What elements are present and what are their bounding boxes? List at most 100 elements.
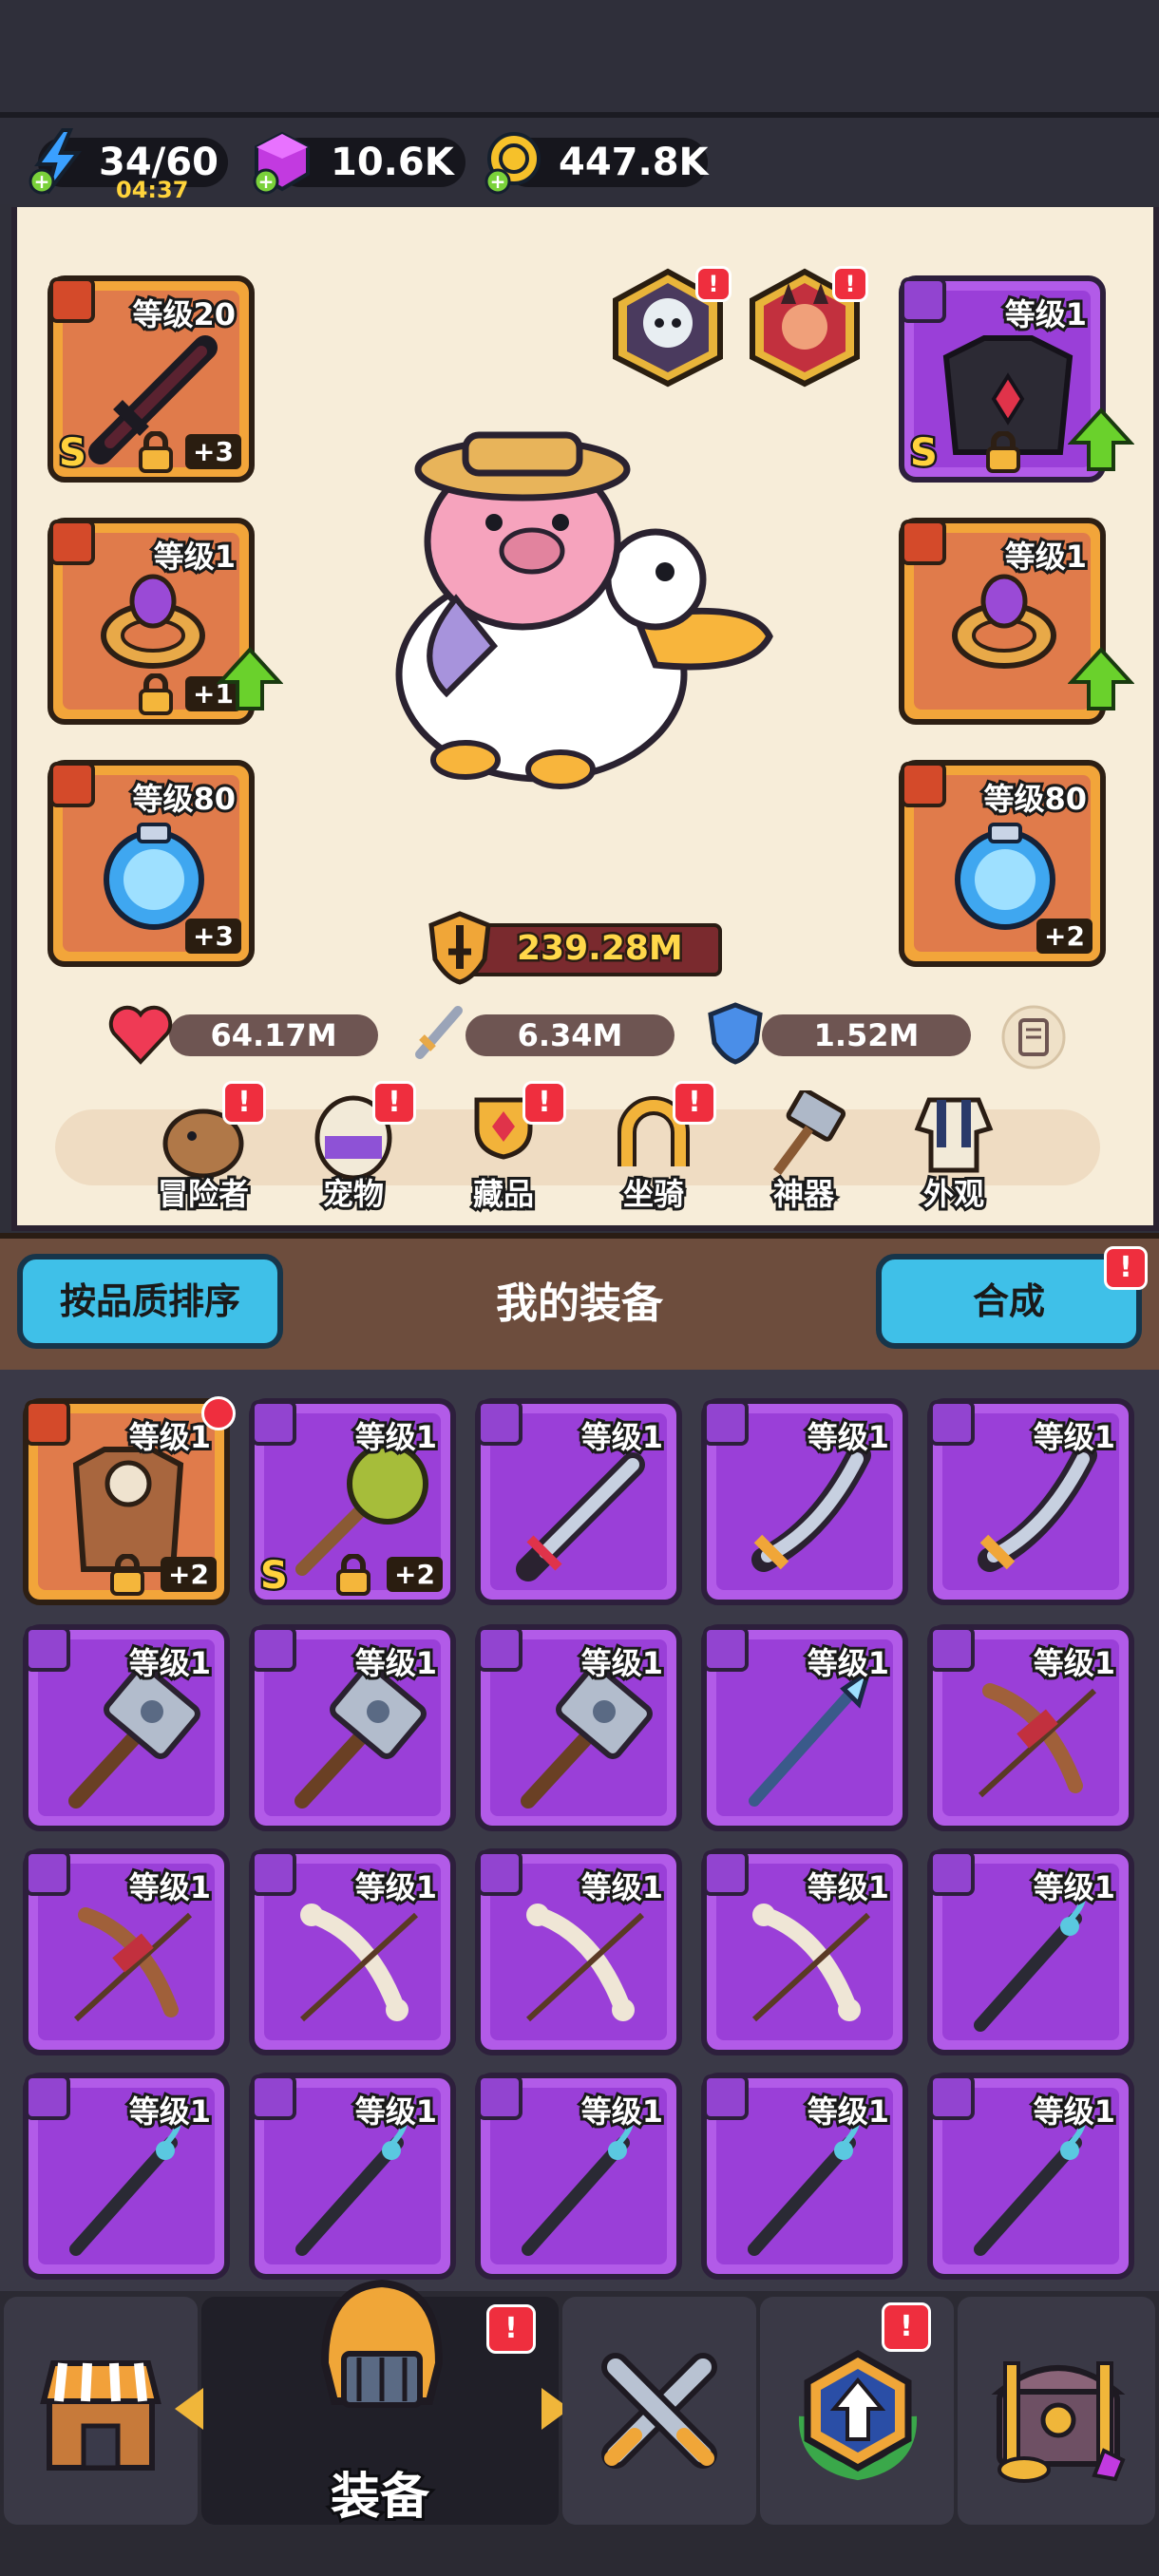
sword-type-icon <box>477 1626 522 1672</box>
shop-icon <box>40 2360 162 2471</box>
sort-by-quality-button[interactable]: 按品质排序 <box>17 1254 283 1349</box>
tab-label: 外观 <box>921 1173 987 1215</box>
item-level: 等级1 <box>126 1866 214 1908</box>
armor-type-icon <box>901 277 946 323</box>
svg-text:+: + <box>34 170 50 193</box>
item-level: 等级1 <box>1031 1416 1118 1458</box>
slot-plus: +3 <box>185 434 241 469</box>
shield-stat-icon <box>708 1002 763 1065</box>
slot-plus: +2 <box>1036 919 1092 954</box>
defense-stat: 1.52M <box>762 1014 971 1056</box>
nav-left-arrow-icon[interactable] <box>175 2388 203 2430</box>
alert-badge: ! <box>222 1081 266 1125</box>
item-level: 等级1 <box>805 1866 892 1908</box>
tab-adventurer[interactable]: 冒险者 ! <box>146 1081 266 1215</box>
inventory-item[interactable]: 等级1 <box>701 1848 908 2055</box>
hero-pig-on-pelican[interactable] <box>352 408 788 807</box>
rarity-s-badge: S <box>258 1552 291 1601</box>
item-level: 等级1 <box>579 1416 666 1458</box>
inventory-item[interactable]: 等级1 <box>927 1398 1134 1605</box>
inventory-item[interactable]: 等级1 <box>475 1848 682 2055</box>
hp-stat: 64.17M <box>169 1014 378 1056</box>
slot-plus: +3 <box>185 919 241 954</box>
hp-value: 64.17M <box>210 1017 337 1053</box>
sword-type-icon <box>703 1850 749 1896</box>
ring-icon <box>101 574 205 669</box>
necklace-type-icon <box>49 762 95 807</box>
nav-shop[interactable] <box>4 2297 198 2525</box>
item-plus: +2 <box>161 1557 217 1592</box>
defense-value: 1.52M <box>813 1017 920 1053</box>
inventory-item[interactable]: 等级1 <box>249 1624 456 1831</box>
tab-artifact[interactable]: 神器 <box>747 1090 861 1215</box>
gems-value: 10.6K <box>331 141 454 184</box>
item-level: 等级1 <box>1031 1866 1118 1908</box>
slot-level: 等级1 <box>151 536 238 578</box>
gold-coin-icon: + <box>484 132 541 195</box>
item-level: 等级1 <box>1031 1642 1118 1684</box>
inventory-item[interactable]: 等级1 <box>23 1848 230 2055</box>
item-level: 等级1 <box>1031 2091 1118 2132</box>
slot-level: 等级1 <box>1002 536 1090 578</box>
lock-icon <box>110 1554 144 1596</box>
rarity-s-badge: S <box>908 429 940 478</box>
armor-type-icon <box>25 1400 70 1446</box>
tab-mount[interactable]: 坐骑 ! <box>597 1081 716 1215</box>
inventory-item[interactable]: 等级1 <box>475 2073 682 2280</box>
inventory-item[interactable]: 等级1 <box>475 1398 682 1605</box>
nav-equipment[interactable]: 装备 ! <box>175 2279 570 2529</box>
nav-treasure[interactable] <box>958 2297 1155 2525</box>
inventory-item[interactable]: 等级1 <box>475 1624 682 1831</box>
sword-type-icon <box>477 2074 522 2120</box>
pet-alert-badge: ! <box>695 266 732 302</box>
item-level: 等级1 <box>126 1416 214 1458</box>
tab-collection[interactable]: 藏品 ! <box>446 1081 566 1215</box>
inventory-item[interactable]: 等级1 <box>927 1848 1134 2055</box>
inventory-item[interactable]: 等级1 <box>249 2073 456 2280</box>
sword-type-icon <box>477 1400 522 1446</box>
equip-slot-weapon[interactable]: 等级20 +3 S <box>48 275 255 483</box>
tab-label: 冒险者 <box>155 1173 252 1215</box>
ring-type-icon <box>901 520 946 565</box>
item-level: 等级1 <box>805 1416 892 1458</box>
inventory-item[interactable]: 等级1 <box>701 2073 908 2280</box>
tab-pet[interactable]: 宠物 ! <box>296 1081 416 1215</box>
nav-upgrade[interactable]: ! <box>760 2297 954 2525</box>
item-level: 等级1 <box>352 1642 440 1684</box>
merge-button[interactable]: 合成 <box>876 1254 1142 1349</box>
lock-icon <box>139 673 173 715</box>
upgrade-arrow-icon <box>1068 407 1134 471</box>
sword-type-icon <box>703 1400 749 1446</box>
power-banner: 239.28M <box>466 923 722 976</box>
equip-slot-orb[interactable]: 等级80 +3 <box>48 760 255 967</box>
item-level: 等级1 <box>579 1642 666 1684</box>
inventory-item[interactable]: 等级1 <box>23 1624 230 1831</box>
sword-type-icon <box>477 1850 522 1896</box>
inventory-item[interactable]: 等级1 +2 <box>23 1398 230 1605</box>
tab-appearance[interactable]: 外观 <box>897 1090 1011 1215</box>
item-level: 等级1 <box>126 2091 214 2132</box>
inventory-item[interactable]: 等级1 <box>249 1848 456 2055</box>
necklace-type-icon <box>901 762 946 807</box>
lock-icon <box>336 1554 370 1596</box>
inventory-item[interactable]: 等级1 <box>701 1398 908 1605</box>
svg-text:+: + <box>490 170 506 193</box>
lock-icon <box>139 431 173 473</box>
stats-detail-icon[interactable] <box>999 1003 1068 1071</box>
outfit-icon <box>914 1097 994 1173</box>
ring-icon <box>952 574 1056 669</box>
item-level: 等级1 <box>126 1642 214 1684</box>
power-shield-icon <box>428 911 491 985</box>
equip-slot-orb-right[interactable]: 等级80 +2 <box>899 760 1106 967</box>
inventory-item[interactable]: 等级1 <box>927 2073 1134 2280</box>
inventory-item[interactable]: 等级1 +2 S <box>249 1398 456 1605</box>
new-item-dot <box>201 1396 236 1430</box>
inventory-item[interactable]: 等级1 <box>23 2073 230 2280</box>
inventory-item[interactable]: 等级1 <box>701 1624 908 1831</box>
item-level: 等级1 <box>352 2091 440 2132</box>
inventory-item[interactable]: 等级1 <box>927 1624 1134 1831</box>
attack-value: 6.34M <box>517 1017 623 1053</box>
crossed-swords-icon <box>601 2353 717 2469</box>
svg-text:+: + <box>258 170 275 193</box>
nav-battle[interactable] <box>562 2297 756 2525</box>
